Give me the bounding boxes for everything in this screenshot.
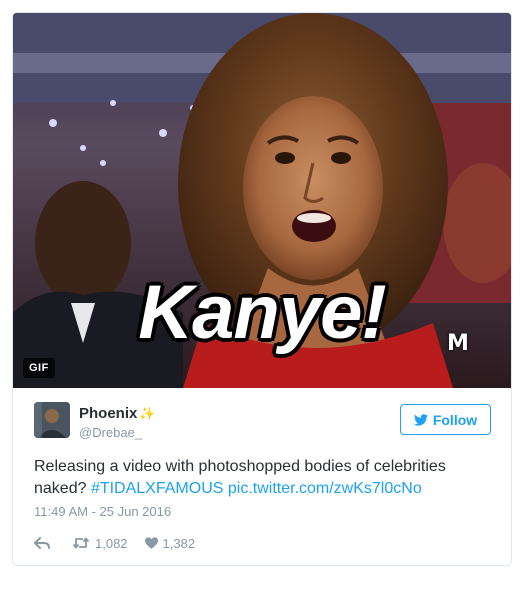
tweet-card: Kanye! M GIF Phoenix ✨ @Drebae_ Follow Re…	[12, 12, 512, 566]
tweet-text: Releasing a video with photoshopped bodi…	[34, 456, 474, 500]
reply-button[interactable]	[34, 537, 50, 549]
like-button[interactable]: 1,382	[144, 535, 196, 551]
avatar[interactable]	[34, 402, 70, 438]
mtv-logo: M	[447, 331, 469, 356]
user-handle[interactable]: @Drebae_	[79, 425, 142, 440]
media-link[interactable]: pic.twitter.com/zwKs7l0cNo	[228, 480, 422, 497]
display-name[interactable]: Phoenix ✨	[79, 405, 156, 422]
heart-icon	[144, 537, 158, 549]
like-count: 1,382	[162, 535, 196, 551]
gif-media[interactable]: Kanye! M GIF	[13, 13, 511, 388]
follow-button[interactable]: Follow	[400, 404, 491, 435]
reply-icon	[34, 537, 50, 549]
gif-caption: Kanye!	[138, 270, 386, 355]
retweet-button[interactable]: 1,082	[72, 536, 128, 551]
follow-label: Follow	[432, 411, 478, 428]
sparkle-icon: ✨	[139, 406, 156, 421]
retweet-count: 1,082	[95, 535, 128, 551]
gif-badge: GIF	[23, 358, 55, 378]
avatar-image-icon	[34, 402, 70, 438]
display-name-text: Phoenix	[79, 405, 138, 422]
twitter-bird-icon	[413, 413, 428, 426]
retweet-icon	[72, 537, 90, 549]
tweet-actions: 1,082 1,382	[34, 534, 195, 552]
hashtag-link[interactable]: #TIDALXFAMOUS	[91, 480, 223, 497]
timestamp[interactable]: 11:49 AM - 25 Jun 2016	[34, 504, 171, 519]
